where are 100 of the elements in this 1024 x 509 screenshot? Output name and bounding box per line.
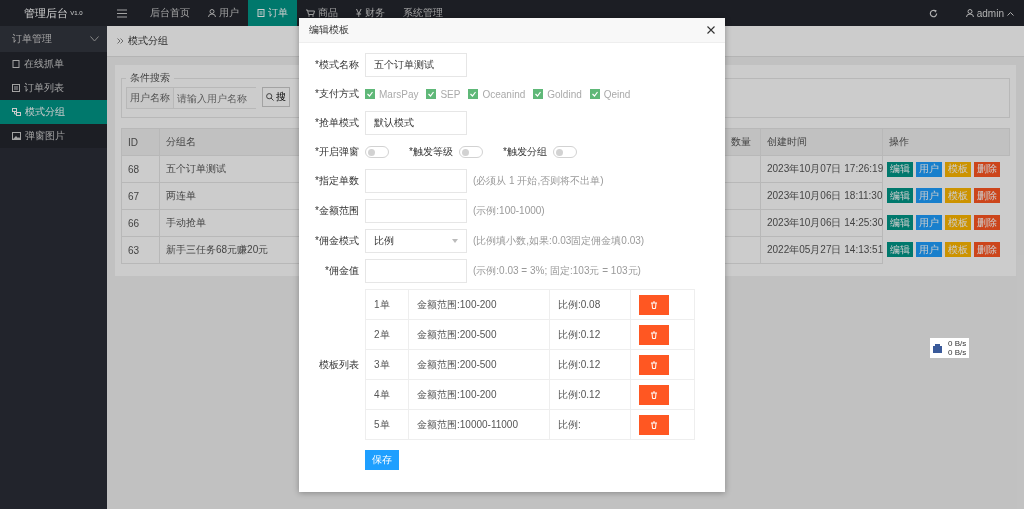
user-menu[interactable]: admin bbox=[955, 0, 1024, 26]
sidebar-item[interactable]: 在线抓单 bbox=[0, 52, 107, 76]
caret-icon bbox=[452, 239, 458, 243]
toggle-switch[interactable] bbox=[458, 146, 483, 158]
document-icon bbox=[12, 60, 20, 68]
table-cell: 金额范围:200-500 bbox=[408, 319, 550, 350]
action-button[interactable]: 编辑 bbox=[887, 242, 913, 257]
nav-tab[interactable]: 商品 bbox=[297, 0, 347, 26]
table-cell: 比例:0.12 bbox=[549, 319, 631, 350]
search-legend: 条件搜索 bbox=[126, 71, 174, 85]
checkbox-label: Qeind bbox=[603, 88, 631, 100]
checkbox-label: Goldind bbox=[547, 88, 582, 100]
input-field[interactable]: 五个订单测试 bbox=[365, 53, 467, 77]
input-field[interactable] bbox=[365, 259, 467, 283]
field-hint: (示例:0.03 = 3%; 固定:103元 = 103元) bbox=[473, 264, 641, 278]
checkbox[interactable] bbox=[365, 89, 375, 99]
trash-icon bbox=[649, 330, 658, 339]
group-icon bbox=[12, 108, 21, 116]
input-field[interactable] bbox=[365, 169, 467, 193]
dialog-title: 编辑模板 bbox=[309, 23, 349, 37]
delete-button[interactable] bbox=[638, 354, 669, 375]
table-cell: 2单 bbox=[365, 319, 409, 350]
checkbox-label: Oceanind bbox=[482, 88, 526, 100]
action-button[interactable]: 删除 bbox=[974, 242, 1000, 257]
nav-tab[interactable]: 后台首页 bbox=[141, 0, 199, 26]
nav-tab[interactable]: 订单 bbox=[248, 0, 297, 26]
table-cell: 67 bbox=[121, 182, 160, 210]
field-label: *抢单模式 bbox=[314, 116, 359, 130]
document-icon bbox=[257, 9, 265, 17]
column-header: 操作 bbox=[882, 128, 1010, 156]
table-cell: 4单 bbox=[365, 379, 409, 410]
delete-button[interactable] bbox=[638, 294, 669, 315]
field-hint: (比例填小数,如果:0.03固定佣金填0.03) bbox=[473, 234, 645, 248]
table-cell: 比例: bbox=[549, 409, 631, 440]
trash-icon bbox=[649, 360, 658, 369]
column-header: 创建时间 bbox=[760, 128, 883, 156]
input-field[interactable]: 默认模式 bbox=[365, 111, 467, 135]
action-button[interactable]: 编辑 bbox=[887, 161, 913, 177]
trash-icon bbox=[649, 420, 658, 429]
checkbox-label: SEP bbox=[440, 88, 461, 100]
search-button[interactable]: 搜 bbox=[262, 87, 290, 107]
input-field[interactable] bbox=[365, 199, 467, 223]
action-button[interactable]: 编辑 bbox=[887, 188, 913, 203]
table-cell: 66 bbox=[121, 209, 160, 237]
action-button[interactable]: 编辑 bbox=[887, 215, 913, 230]
checkbox[interactable] bbox=[468, 89, 479, 99]
sidebar-item[interactable]: 弹窗图片 bbox=[0, 124, 107, 148]
menu-icon[interactable] bbox=[117, 8, 127, 18]
checkbox[interactable] bbox=[426, 89, 437, 99]
delete-button[interactable] bbox=[638, 414, 669, 435]
breadcrumb-text: 模式分组 bbox=[128, 34, 168, 48]
field-label: *佣金值 bbox=[324, 264, 359, 278]
table-cell: 比例:0.08 bbox=[549, 289, 631, 320]
table-cell: 1单 bbox=[365, 289, 409, 320]
user-icon bbox=[208, 9, 216, 17]
field-label: *佣金模式 bbox=[314, 234, 359, 248]
action-button[interactable]: 用户 bbox=[916, 242, 942, 257]
column-header: 数量 bbox=[724, 128, 761, 156]
delete-button[interactable] bbox=[638, 384, 669, 405]
search-field[interactable]: 用户名称 请输入用户名称 bbox=[126, 87, 256, 109]
table-cell: 比例:0.12 bbox=[549, 379, 631, 410]
user-icon bbox=[965, 9, 974, 17]
app-title: 管理后台 bbox=[24, 5, 69, 21]
toggle-switch[interactable] bbox=[552, 146, 577, 158]
action-button[interactable]: 删除 bbox=[974, 188, 1000, 203]
caret-icon bbox=[1007, 10, 1014, 16]
checkbox[interactable] bbox=[589, 89, 600, 99]
select-field[interactable]: 比例 bbox=[365, 229, 467, 253]
table-cell: 金额范围:100-200 bbox=[408, 289, 550, 320]
action-button[interactable]: 用户 bbox=[916, 161, 942, 177]
nav-tab[interactable]: 用户 bbox=[199, 0, 248, 26]
action-button[interactable]: 用户 bbox=[916, 188, 942, 203]
trash-icon bbox=[649, 300, 658, 309]
chevron-icon bbox=[117, 38, 124, 44]
action-button[interactable]: 删除 bbox=[974, 161, 1000, 177]
toggle-switch[interactable] bbox=[365, 146, 389, 158]
save-button[interactable]: 保存 bbox=[365, 450, 399, 470]
field-label: *模式名称 bbox=[314, 58, 359, 72]
upload-speed: 0 B/s bbox=[948, 339, 967, 348]
checkbox[interactable] bbox=[533, 89, 544, 99]
refresh-icon[interactable] bbox=[928, 8, 938, 18]
field-label: *支付方式 bbox=[314, 87, 359, 101]
table-cell: 63 bbox=[121, 236, 160, 264]
list-icon bbox=[12, 84, 20, 92]
sidebar-group[interactable]: 订单管理 bbox=[0, 26, 107, 52]
action-button[interactable]: 删除 bbox=[974, 215, 1000, 230]
checkbox-label: MarsPay bbox=[379, 88, 419, 100]
trash-icon bbox=[649, 390, 658, 399]
monitor-icon bbox=[933, 343, 942, 353]
cart-icon bbox=[306, 9, 315, 17]
close-icon[interactable] bbox=[707, 26, 715, 34]
action-button[interactable]: 用户 bbox=[916, 215, 942, 230]
sidebar-item[interactable]: 订单列表 bbox=[0, 76, 107, 100]
table-cell: 金额范围:200-500 bbox=[408, 349, 550, 380]
table-cell: 2023年10月07日 17:26:19 bbox=[760, 155, 883, 183]
delete-button[interactable] bbox=[638, 324, 669, 345]
table-cell: 金额范围:10000-11000 bbox=[408, 409, 550, 440]
sidebar-item[interactable]: 模式分组 bbox=[0, 100, 107, 124]
table-cell: 2023年10月06日 18:11:30 bbox=[760, 182, 883, 210]
table-cell: 68 bbox=[121, 155, 160, 183]
